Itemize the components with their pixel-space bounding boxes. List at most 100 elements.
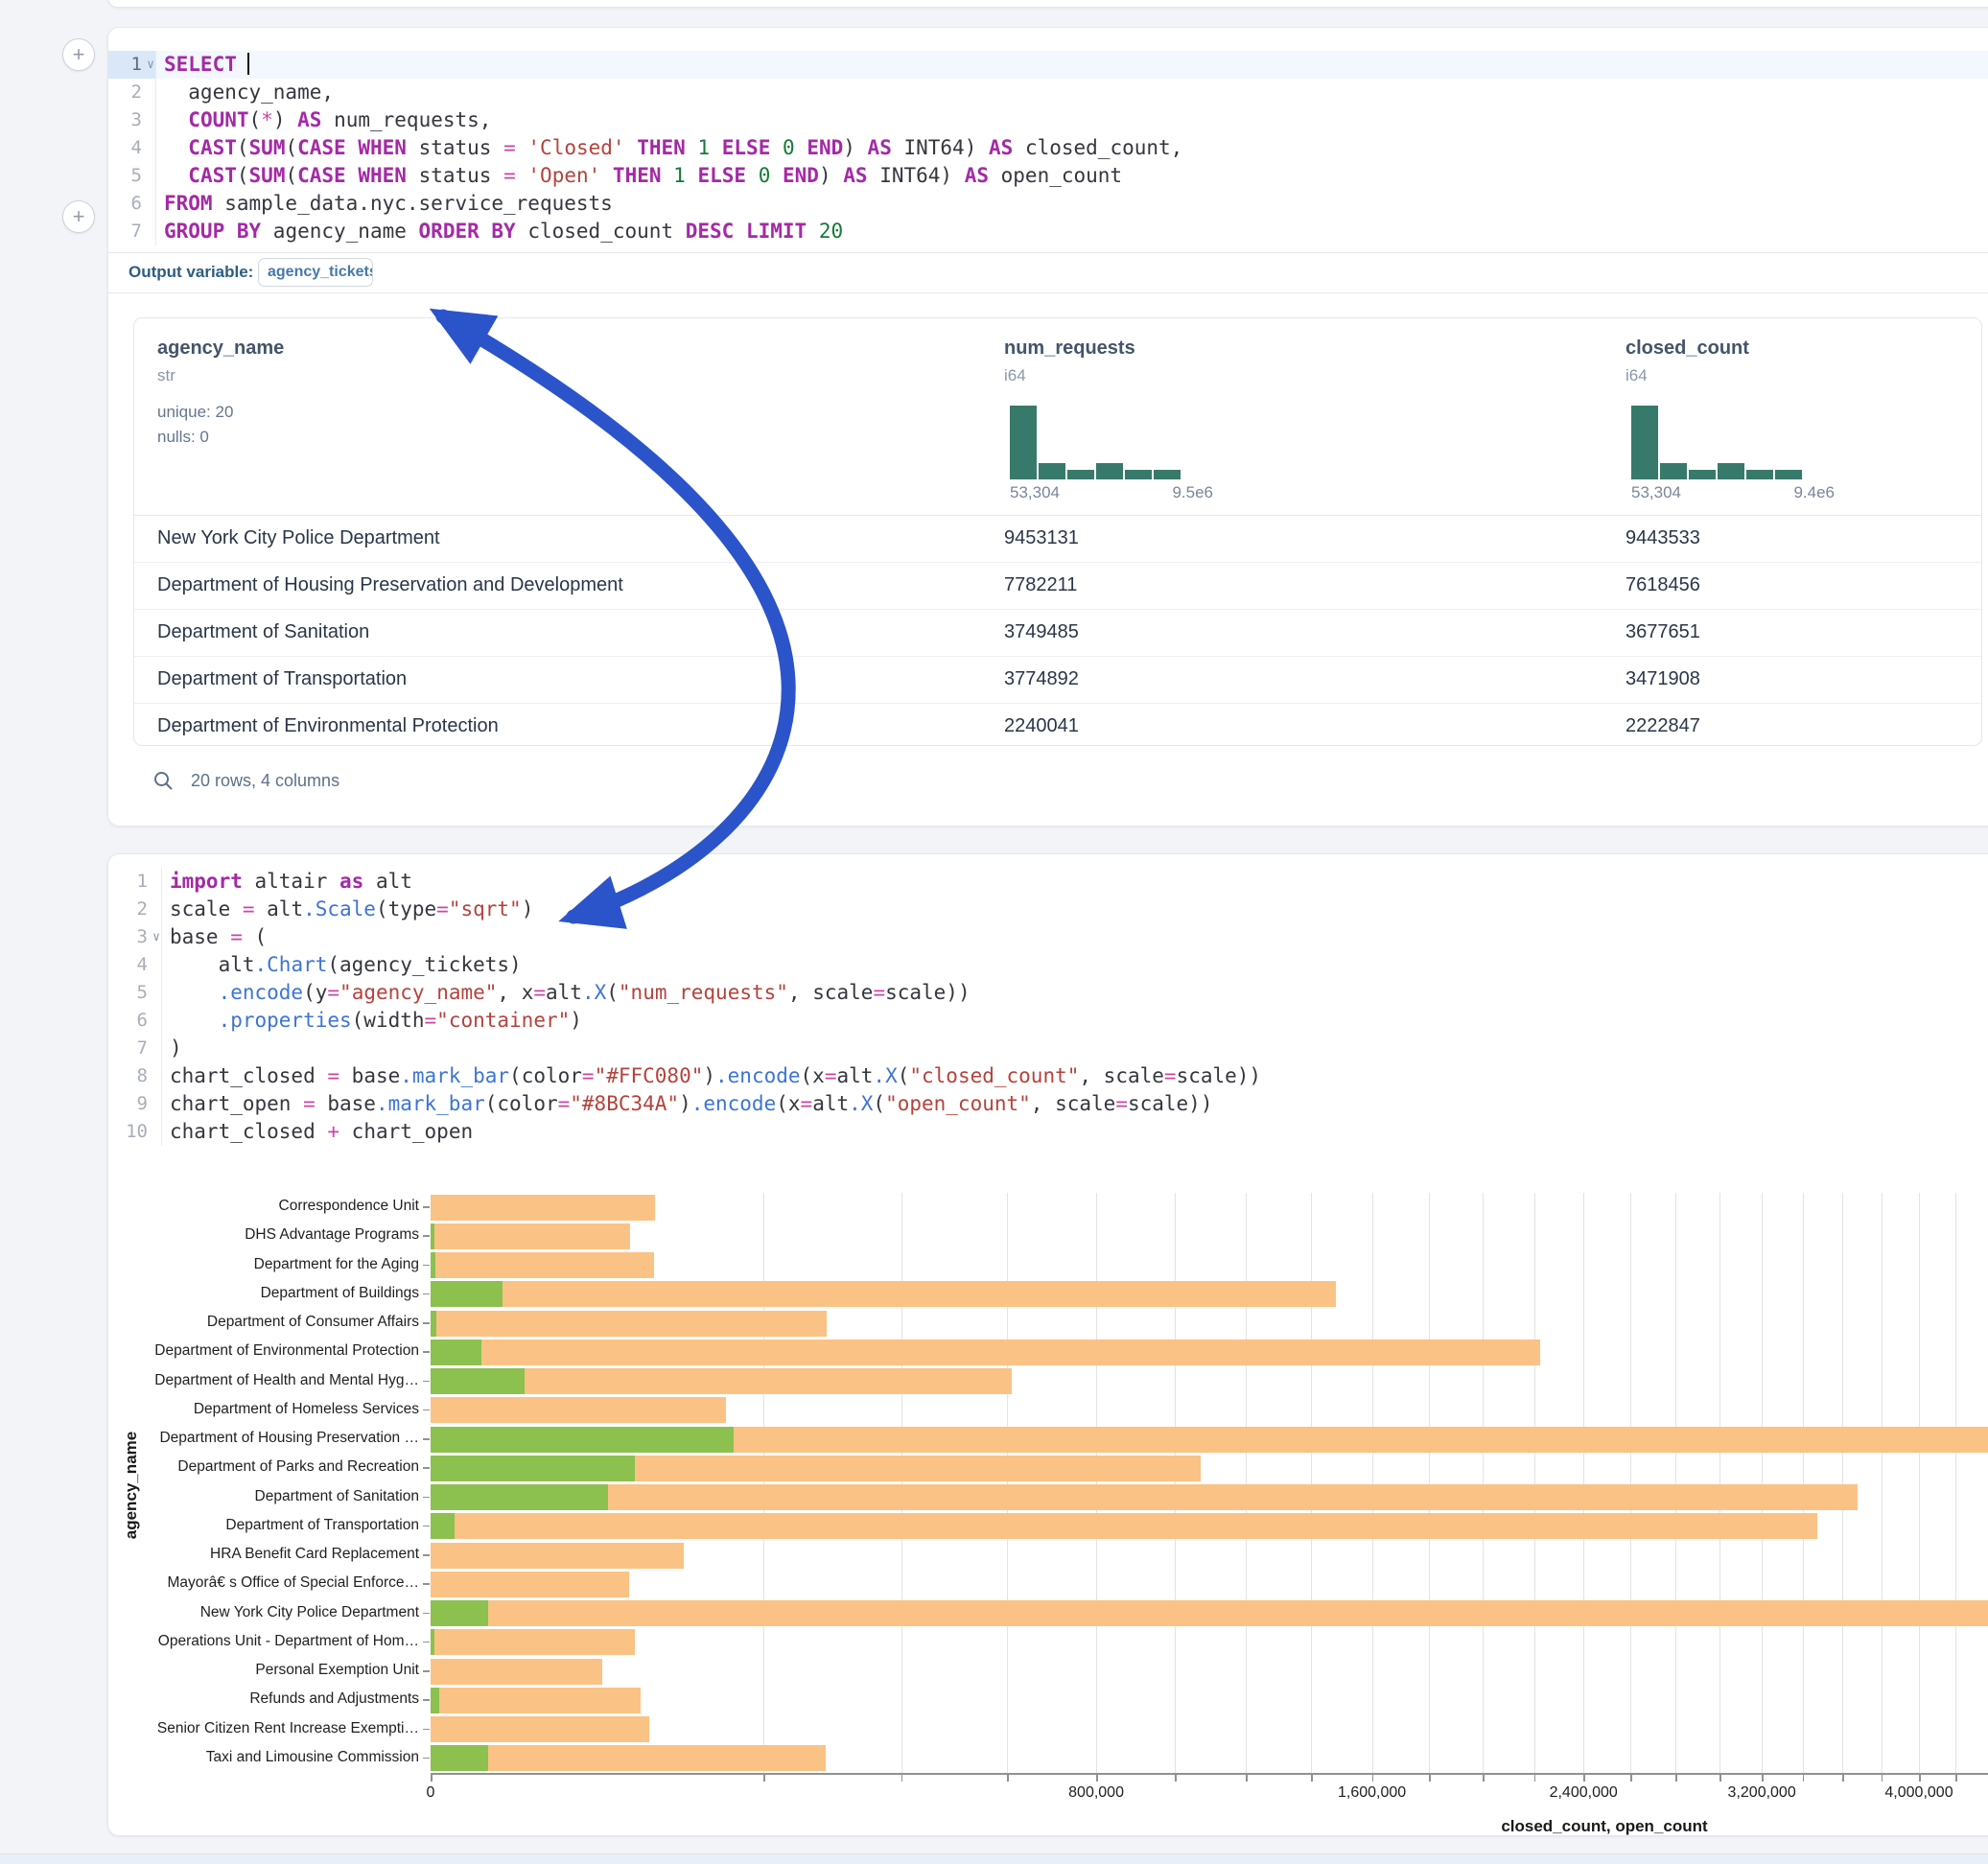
column-histogram [1631, 403, 1804, 479]
x-tick-label: 1,600,000 [1338, 1784, 1406, 1802]
y-axis-label: Department for the Aging [254, 1256, 419, 1273]
code-line[interactable]: 7GROUP BY agency_name ORDER BY closed_co… [108, 218, 1988, 245]
table-row[interactable]: New York City Police Department945313194… [134, 515, 1981, 563]
bar-closed_count [431, 1543, 684, 1569]
column-header-closed_count[interactable]: closed_count [1625, 338, 1749, 360]
output-variable-pill[interactable]: agency_tickets [258, 258, 373, 287]
gridline [1583, 1193, 1584, 1773]
y-tick [423, 1699, 430, 1701]
y-axis-label: Department of Environmental Protection [154, 1342, 419, 1360]
table-row[interactable]: Department of Environmental Protection22… [134, 703, 1981, 743]
bar-open_count [431, 1484, 608, 1510]
sql-code-editor[interactable]: 1∨SELECT2 agency_name,3 COUNT(*) AS num_… [108, 51, 1988, 245]
column-header-agency_name[interactable]: agency_name [157, 338, 284, 360]
y-axis-label: Department of Housing Preservation … [159, 1430, 419, 1447]
column-type: str [157, 366, 175, 385]
code-line[interactable]: 3 COUNT(*) AS num_requests, [108, 106, 1988, 134]
code-line[interactable]: 6FROM sample_data.nyc.service_requests [108, 190, 1988, 218]
previous-cell-bottom [107, 0, 1988, 8]
table-row[interactable]: Department of Transportation377489234719… [134, 656, 1981, 704]
x-tick [1803, 1775, 1805, 1782]
x-tick [1175, 1775, 1177, 1782]
code-text: GROUP BY agency_name ORDER BY closed_cou… [156, 218, 843, 245]
code-text: SELECT [156, 51, 249, 79]
bar-open_count [431, 1513, 455, 1539]
add-cell-button-top[interactable]: + [62, 38, 95, 71]
histogram-bar [1775, 470, 1802, 479]
y-axis-label: Operations Unit - Department of Hom… [158, 1633, 419, 1650]
bar-open_count [431, 1427, 734, 1453]
result-table: agency_namestrunique: 20nulls: 0num_requ… [133, 317, 1982, 746]
y-axis-label: Mayorâ€ s Office of Special Enforce… [168, 1574, 419, 1592]
x-axis-line [431, 1773, 1988, 1775]
sql-cell: 1∨SELECT2 agency_name,3 COUNT(*) AS num_… [107, 27, 1988, 827]
next-cell-top-edge [0, 1853, 1988, 1864]
y-tick [423, 1554, 430, 1556]
bar-open_count [431, 1340, 481, 1365]
y-tick [423, 1583, 430, 1585]
y-tick [423, 1351, 430, 1353]
gridline [1882, 1193, 1883, 1773]
gridline [1719, 1193, 1720, 1773]
bar-closed_count [431, 1484, 1858, 1510]
table-row[interactable]: Department of Sanitation37494853677651 [134, 609, 1981, 657]
table-row[interactable]: Department of Housing Preservation and D… [134, 562, 1981, 610]
x-tick [1429, 1775, 1431, 1782]
x-tick [1762, 1775, 1764, 1782]
table-footer: 20 rows, 4 columns [152, 766, 339, 795]
histogram-bar [1096, 463, 1123, 479]
y-tick [423, 1729, 430, 1731]
gridline [1175, 1193, 1176, 1773]
y-axis-title: agency_name [122, 1418, 141, 1552]
y-axis-label: Department of Transportation [225, 1517, 419, 1534]
y-axis-label: Department of Health and Mental Hyg… [154, 1372, 419, 1389]
bar-closed_count [431, 1195, 655, 1221]
bar-open_count [431, 1745, 488, 1771]
y-tick [423, 1410, 430, 1411]
histogram-range-labels: 53,3049.5e6 [1010, 483, 1213, 502]
output-variable-label: Output variable: [129, 263, 253, 282]
add-cell-button-output[interactable]: + [62, 200, 95, 233]
code-line[interactable]: 4 CAST(SUM(CASE WHEN status = 'Closed' T… [108, 134, 1988, 162]
x-tick-label: 0 [427, 1784, 435, 1802]
bar-closed_count [431, 1745, 826, 1771]
table-header: agency_namestrunique: 20nulls: 0num_requ… [134, 318, 1981, 516]
column-stat: nulls: 0 [157, 428, 209, 447]
bar-closed_count [431, 1659, 602, 1685]
code-line[interactable]: 1∨SELECT [108, 51, 1988, 79]
code-line[interactable]: 2 agency_name, [108, 79, 1988, 106]
line-number: 6 [108, 190, 156, 218]
y-axis-label: Taxi and Limousine Commission [206, 1749, 419, 1766]
fold-chevron-icon[interactable]: ∨ [142, 51, 154, 79]
line-number: 3 [108, 106, 156, 134]
bar-closed_count [431, 1281, 1336, 1307]
code-text: COUNT(*) AS num_requests, [156, 106, 491, 134]
histogram-bar [1125, 470, 1152, 479]
y-tick [423, 1206, 430, 1208]
x-tick-label: 800,000 [1068, 1784, 1124, 1802]
bar-closed_count [431, 1572, 629, 1597]
histogram-bar [1039, 463, 1065, 479]
python-cell: 1import altair as alt2scale = alt.Scale(… [107, 853, 1988, 1836]
code-line[interactable]: 5 CAST(SUM(CASE WHEN status = 'Open' THE… [108, 162, 1988, 190]
y-axis-label: DHS Advantage Programs [245, 1226, 419, 1244]
code-text: CAST(SUM(CASE WHEN status = 'Closed' THE… [156, 134, 1182, 162]
gridline [1372, 1193, 1373, 1773]
gridline [1842, 1193, 1843, 1773]
code-text: agency_name, [156, 79, 334, 106]
y-axis-label: HRA Benefit Card Replacement [210, 1546, 419, 1563]
y-tick [423, 1526, 430, 1527]
altair-chart: Correspondence UnitDHS Advantage Program… [108, 854, 1988, 1828]
table-cell: Department of Transportation [157, 656, 407, 703]
bar-open_count [431, 1281, 503, 1307]
column-header-num_requests[interactable]: num_requests [1004, 338, 1135, 360]
table-cell: 3677651 [1625, 609, 1700, 656]
histogram-bar [1067, 470, 1094, 479]
y-tick [423, 1467, 430, 1469]
x-tick [1630, 1775, 1632, 1782]
x-tick [1372, 1775, 1374, 1782]
gridline [1762, 1193, 1763, 1773]
x-tick-label: 3,200,000 [1728, 1784, 1796, 1802]
bar-open_count [431, 1223, 434, 1249]
search-icon[interactable] [152, 770, 174, 791]
